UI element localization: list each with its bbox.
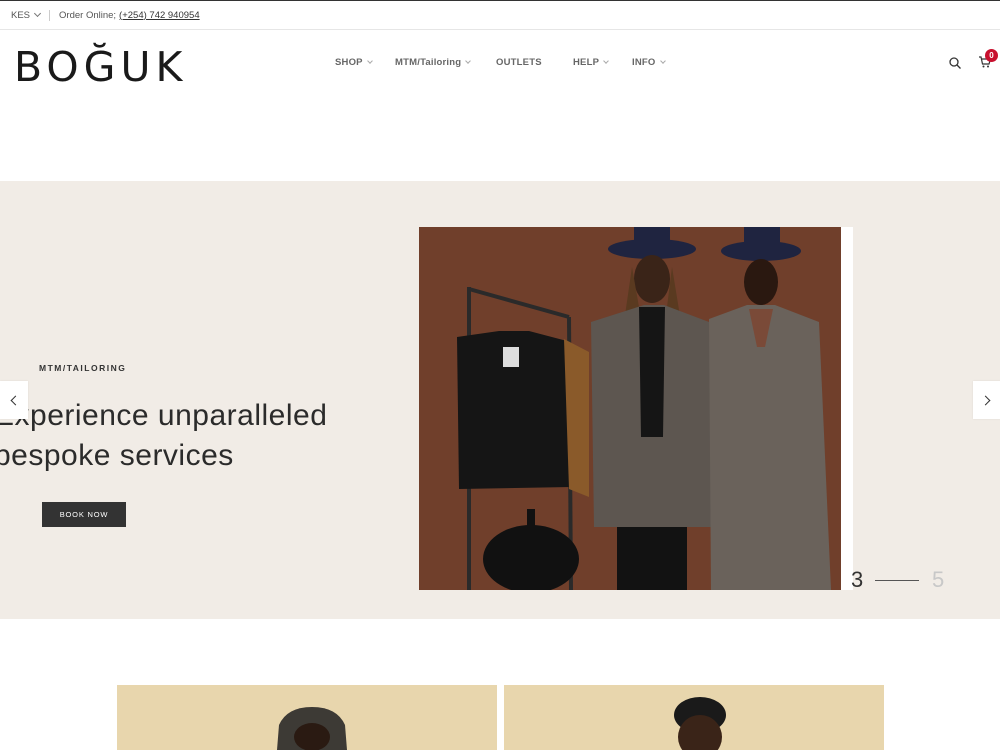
nav-label: INFO bbox=[632, 57, 656, 68]
slide-current: 3 bbox=[851, 567, 864, 592]
next-slide-button[interactable] bbox=[973, 381, 1000, 419]
hero-image bbox=[419, 227, 841, 590]
nav-item-mtm-tailoring[interactable]: MTM/Tailoring bbox=[395, 57, 472, 68]
nav-label: SHOP bbox=[335, 57, 363, 68]
hero-photo bbox=[419, 227, 841, 590]
nav-label: OUTLETS bbox=[496, 57, 542, 68]
hero-title: Experience unparalleled bespoke services bbox=[0, 396, 327, 476]
slide-total: 5 bbox=[932, 567, 945, 592]
chevron-down-icon bbox=[465, 58, 472, 64]
book-now-button[interactable]: BOOK NOW bbox=[42, 502, 126, 527]
cart-count-badge: 0 bbox=[985, 49, 998, 62]
chevron-right-icon bbox=[980, 395, 991, 405]
nav-item-info[interactable]: INFO bbox=[632, 57, 666, 68]
hero-title-line: Experience unparalleled bbox=[0, 399, 328, 432]
top-bar: KES Order Online; (+254) 742 940954 bbox=[0, 0, 1000, 30]
chevron-down-icon bbox=[33, 9, 42, 18]
site-header: BOĞUK SHOP MTM/Tailoring OUTLETS HELP IN… bbox=[0, 31, 1000, 111]
collection-card[interactable] bbox=[504, 685, 884, 750]
search-icon[interactable] bbox=[948, 56, 962, 70]
nav-label: HELP bbox=[573, 57, 600, 68]
hero-image-edge bbox=[841, 227, 853, 590]
logo[interactable]: BOĞUK bbox=[14, 43, 187, 91]
divider bbox=[49, 9, 51, 21]
collection-image bbox=[117, 685, 497, 750]
collection-image bbox=[504, 685, 884, 750]
chevron-left-icon bbox=[10, 395, 21, 405]
chevron-down-icon bbox=[366, 58, 373, 64]
hero-tag: MTM/TAILORING bbox=[39, 363, 127, 373]
order-online-label: Order Online; bbox=[59, 9, 117, 21]
chevron-down-icon bbox=[603, 58, 609, 64]
currency-label: KES bbox=[11, 9, 31, 21]
hero-slider: MTM/TAILORING Experience unparalleled be… bbox=[0, 181, 1000, 619]
nav-item-help[interactable]: HELP bbox=[573, 57, 609, 68]
prev-slide-button[interactable] bbox=[0, 381, 28, 419]
chevron-down-icon bbox=[659, 58, 666, 64]
nav-item-outlets[interactable]: OUTLETS bbox=[496, 57, 542, 68]
nav-item-shop[interactable]: SHOP bbox=[335, 57, 373, 68]
currency-selector[interactable]: KES bbox=[11, 9, 42, 21]
collection-card[interactable] bbox=[117, 685, 497, 750]
nav-label: MTM/Tailoring bbox=[395, 57, 462, 68]
order-phone-link[interactable]: (+254) 742 940954 bbox=[119, 10, 200, 21]
hero-title-line: bespoke services bbox=[0, 439, 234, 472]
slide-progress-line bbox=[875, 580, 919, 581]
